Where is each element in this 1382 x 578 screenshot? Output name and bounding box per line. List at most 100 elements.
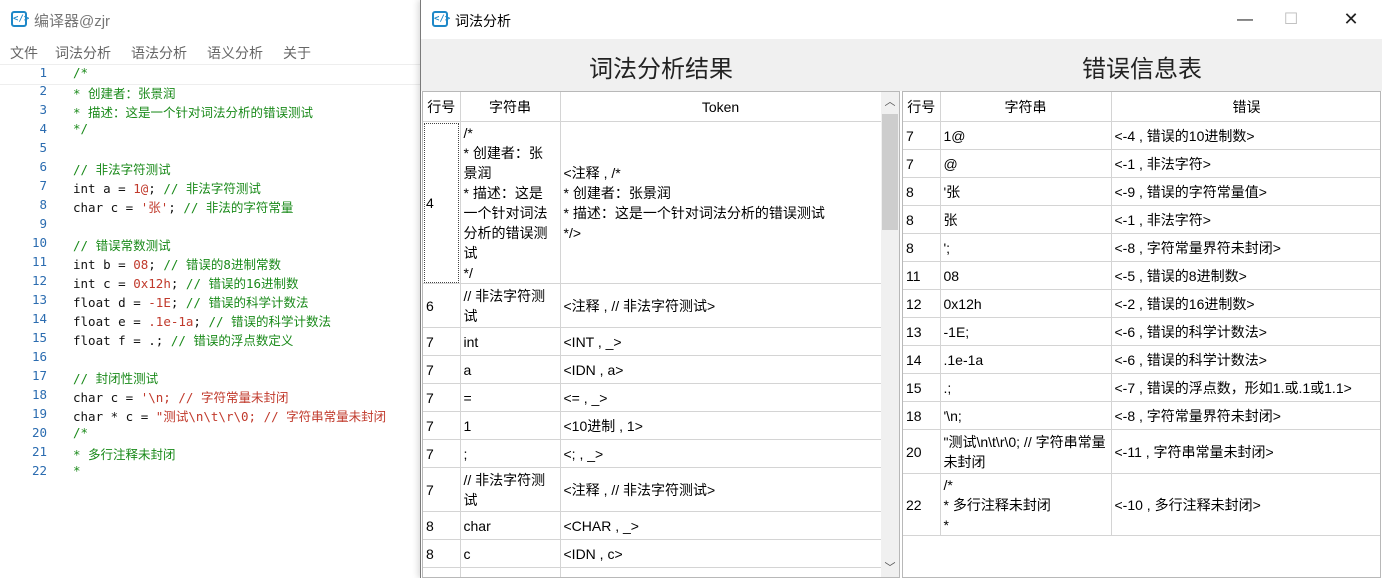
cell-value[interactable]: <-2 , 错误的16进制数> bbox=[1111, 289, 1380, 318]
code-line[interactable]: 14 float e = .1e-1a; // 错误的科学计数法 bbox=[0, 311, 422, 330]
table-row[interactable]: 7 int <INT , _> bbox=[423, 327, 882, 356]
cell-line[interactable]: 7 bbox=[423, 327, 461, 356]
code-line[interactable]: 8 char c = '张'; // 非法的字符常量 bbox=[0, 197, 422, 216]
scroll-thumb[interactable] bbox=[882, 114, 898, 230]
table-row[interactable]: 8 c <IDN , c> bbox=[423, 539, 882, 568]
table-row[interactable]: 7 1 <10进制 , 1> bbox=[423, 411, 882, 440]
cell-string[interactable]: a bbox=[460, 355, 561, 384]
code-line[interactable]: 4 */ bbox=[0, 121, 422, 140]
code-line[interactable]: 1 /* bbox=[0, 64, 422, 85]
cell-value[interactable]: <-5 , 错误的8进制数> bbox=[1111, 261, 1380, 290]
cell-value[interactable]: <-4 , 错误的10进制数> bbox=[1111, 121, 1380, 150]
table-row[interactable]: 8=<= , _> bbox=[423, 567, 882, 577]
cell-value[interactable]: <; , _> bbox=[560, 439, 882, 468]
code-line[interactable]: 12 int c = 0x12h; // 错误的16进制数 bbox=[0, 273, 422, 292]
cell-line[interactable]: 8 bbox=[423, 567, 461, 577]
cell-line[interactable]: 15 bbox=[903, 373, 941, 402]
cell-line[interactable]: 7 bbox=[423, 383, 461, 412]
cell-line[interactable]: 13 bbox=[903, 317, 941, 346]
dialog-titlebar[interactable]: </> 词法分析 — ☐ ✕ bbox=[421, 0, 1382, 39]
cell-line[interactable]: 6 bbox=[423, 283, 461, 328]
menu-file[interactable]: 文件 bbox=[10, 43, 38, 63]
cell-line[interactable]: 8 bbox=[903, 233, 941, 262]
cell-string[interactable]: .1e-1a bbox=[940, 345, 1112, 374]
cell-value[interactable]: <IDN , c> bbox=[560, 539, 882, 568]
cell-line[interactable]: 7 bbox=[903, 149, 941, 178]
cell-value[interactable]: <= , _> bbox=[560, 567, 882, 577]
menu-syntax-analysis[interactable]: 语法分析 bbox=[131, 43, 187, 63]
cell-line[interactable]: 7 bbox=[423, 355, 461, 384]
cell-string[interactable]: -1E; bbox=[940, 317, 1112, 346]
cell-value[interactable]: <-6 , 错误的科学计数法> bbox=[1111, 345, 1380, 374]
table-row[interactable]: 7 = <= , _> bbox=[423, 383, 882, 412]
table-row[interactable]: 7// 非法字符测试 <注释 , // 非法字符测试> bbox=[423, 467, 882, 512]
cell-line[interactable]: 8 bbox=[903, 205, 941, 234]
cell-string[interactable]: 08 bbox=[940, 261, 1112, 290]
code-line[interactable]: 13 float d = -1E; // 错误的科学计数法 bbox=[0, 292, 422, 311]
menu-lexical-analysis[interactable]: 词法分析 bbox=[55, 43, 111, 63]
cell-string[interactable]: = bbox=[460, 383, 561, 412]
cell-line[interactable]: 14 bbox=[903, 345, 941, 374]
cell-string[interactable]: '\n; bbox=[940, 401, 1112, 430]
cell-value[interactable]: <注释 , // 非法字符测试> bbox=[560, 467, 882, 512]
cell-value[interactable]: <注释 , /* * 创建者：张景润 * 描述：这是一个针对词法分析的错误测试 … bbox=[560, 121, 882, 284]
code-line[interactable]: 17 // 封闭性测试 bbox=[0, 368, 422, 387]
table-row[interactable]: 18 '\n; <-8 , 字符常量界符未封闭> bbox=[903, 401, 1380, 430]
code-line[interactable]: 11 int b = 08; // 错误的8进制常数 bbox=[0, 254, 422, 273]
code-line[interactable]: 21 * 多行注释未封闭 bbox=[0, 444, 422, 463]
cell-string[interactable]: int bbox=[460, 327, 561, 356]
cell-string[interactable]: '张 bbox=[940, 177, 1112, 206]
code-line[interactable]: 6 // 非法字符测试 bbox=[0, 159, 422, 178]
cell-value[interactable]: <-8 , 字符常量界符未封闭> bbox=[1111, 401, 1380, 430]
code-line[interactable]: 20 /* bbox=[0, 425, 422, 444]
code-line[interactable]: 9 bbox=[0, 216, 422, 235]
scroll-up-icon[interactable]: ︿ bbox=[881, 94, 899, 111]
cell-line[interactable]: 18 bbox=[903, 401, 941, 430]
cell-line[interactable]: 11 bbox=[903, 261, 941, 290]
table-row[interactable]: 7 a <IDN , a> bbox=[423, 355, 882, 384]
column-header-string[interactable]: 字符串 bbox=[460, 92, 561, 122]
cell-line[interactable]: 7 bbox=[423, 439, 461, 468]
scroll-down-icon[interactable]: ﹀ bbox=[881, 560, 899, 577]
cell-string[interactable]: @ bbox=[940, 149, 1112, 178]
code-line[interactable]: 16 bbox=[0, 349, 422, 368]
cell-value[interactable]: <IDN , a> bbox=[560, 355, 882, 384]
cell-value[interactable]: <INT , _> bbox=[560, 327, 882, 356]
cell-value[interactable]: <CHAR , _> bbox=[560, 511, 882, 540]
code-line[interactable]: 5 bbox=[0, 140, 422, 159]
cell-value[interactable]: <10进制 , 1> bbox=[560, 411, 882, 440]
cell-line[interactable]: 20 bbox=[903, 429, 941, 474]
code-line[interactable]: 3 * 描述：这是一个针对词法分析的错误测试 bbox=[0, 102, 422, 121]
cell-line[interactable]: 8 bbox=[423, 511, 461, 540]
cell-string[interactable]: /* * 创建者：张景润 * 描述：这是一个针对词法分析的错误测试 */ bbox=[460, 121, 561, 284]
cell-line[interactable]: 7 bbox=[423, 467, 461, 512]
cell-line[interactable]: 12 bbox=[903, 289, 941, 318]
maximize-icon[interactable]: ☐ bbox=[1268, 0, 1314, 39]
cell-value[interactable]: <-1 , 非法字符> bbox=[1111, 205, 1380, 234]
cell-line[interactable]: 4 bbox=[423, 121, 461, 284]
table-row[interactable]: 7; <; , _> bbox=[423, 439, 882, 468]
cell-value[interactable]: <-1 , 非法字符> bbox=[1111, 149, 1380, 178]
table-row[interactable]: 14.1e-1a <-6 , 错误的科学计数法> bbox=[903, 345, 1380, 374]
cell-string[interactable]: 1@ bbox=[940, 121, 1112, 150]
cell-line[interactable]: 7 bbox=[903, 121, 941, 150]
cell-string[interactable]: /* * 多行注释未封闭 * bbox=[940, 473, 1112, 536]
cell-value[interactable]: <-7 , 错误的浮点数，形如1.或.1或1.1> bbox=[1111, 373, 1380, 402]
cell-string[interactable]: ; bbox=[460, 439, 561, 468]
cell-string[interactable]: 0x12h bbox=[940, 289, 1112, 318]
code-line[interactable]: 22 * bbox=[0, 463, 422, 482]
cell-value[interactable]: <-10 , 多行注释未封闭> bbox=[1111, 473, 1380, 536]
menu-semantic-analysis[interactable]: 语义分析 bbox=[207, 43, 263, 63]
cell-string[interactable]: '; bbox=[940, 233, 1112, 262]
minimize-icon[interactable]: — bbox=[1222, 0, 1268, 39]
column-header-error[interactable]: 错误 bbox=[1111, 92, 1380, 122]
column-header-line[interactable]: 行号 bbox=[903, 92, 941, 122]
table-row[interactable]: 11 08 <-5 , 错误的8进制数> bbox=[903, 261, 1380, 290]
cell-line[interactable]: 8 bbox=[903, 177, 941, 206]
table-row[interactable]: 12 0x12h <-2 , 错误的16进制数> bbox=[903, 289, 1380, 318]
cell-value[interactable]: <注释 , // 非法字符测试> bbox=[560, 283, 882, 328]
cell-line[interactable]: 7 bbox=[423, 411, 461, 440]
code-line[interactable]: 15 float f = .; // 错误的浮点数定义 bbox=[0, 330, 422, 349]
code-line[interactable]: 7 int a = 1@; // 非法字符测试 bbox=[0, 178, 422, 197]
error-info-table[interactable]: 行号 字符串 错误 7 1@ <-4 , 错误的10进制数> 7 @ <-1 , 非法字符… bbox=[902, 91, 1381, 578]
